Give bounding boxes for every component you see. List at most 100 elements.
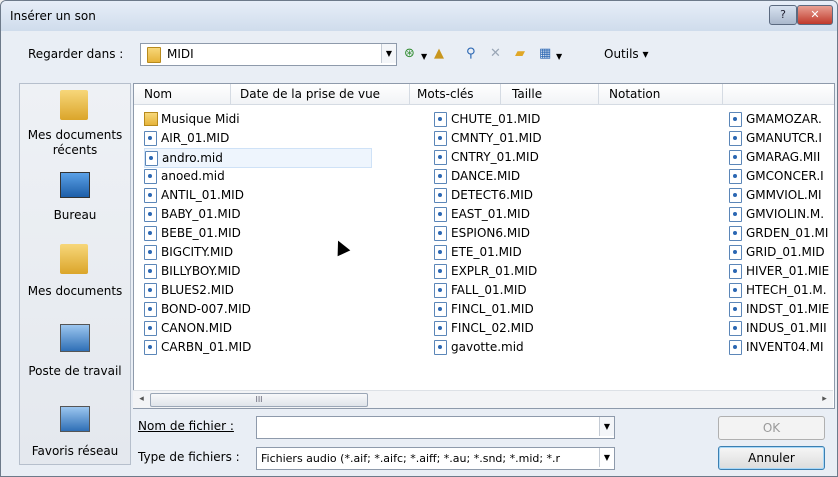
file-item[interactable]: FINCL_01.MID bbox=[434, 300, 694, 318]
file-item[interactable]: EXPLR_01.MID bbox=[434, 262, 694, 280]
place-my-documents[interactable]: Mes documents bbox=[20, 242, 130, 306]
file-item[interactable]: GMVIOLIN.M. bbox=[729, 205, 834, 223]
audio-file-icon bbox=[144, 264, 157, 279]
file-name: INDUS_01.MII bbox=[746, 321, 827, 335]
file-item[interactable]: GMAMOZAR. bbox=[729, 110, 834, 128]
place-network[interactable]: Favoris réseau bbox=[20, 406, 130, 462]
file-item[interactable]: CMNTY_01.MID bbox=[434, 129, 694, 147]
file-name: GMARAG.MII bbox=[746, 150, 821, 164]
file-name: Musique Midi bbox=[161, 112, 240, 126]
file-item[interactable]: AIR_01.MID bbox=[144, 129, 384, 147]
scrollbar-thumb[interactable]: III bbox=[150, 393, 368, 407]
file-item[interactable]: CANON.MID bbox=[144, 319, 384, 337]
file-item[interactable]: BILLYBOY.MID bbox=[144, 262, 384, 280]
new-folder-icon[interactable]: ▰ bbox=[515, 47, 525, 61]
file-item[interactable]: CARBN_01.MID bbox=[144, 338, 384, 356]
place-desktop[interactable]: Bureau bbox=[20, 170, 130, 228]
file-item[interactable]: GMCONCER.I bbox=[729, 167, 834, 185]
column-header-rating[interactable]: Notation bbox=[609, 87, 660, 101]
file-name: FALL_01.MID bbox=[451, 283, 527, 297]
file-item[interactable]: DETECT6.MID bbox=[434, 186, 694, 204]
place-recent-documents[interactable]: Mes documents récents bbox=[20, 90, 130, 160]
file-list[interactable]: Nom Date de la prise de vue Mots-clés Ta… bbox=[133, 83, 835, 409]
file-name: GMCONCER.I bbox=[746, 169, 824, 183]
file-item[interactable]: andro.mid bbox=[144, 148, 372, 168]
filetype-value: Fichiers audio (*.aif; *.aifc; *.aiff; *… bbox=[261, 452, 561, 465]
column-header-keywords[interactable]: Mots-clés bbox=[417, 87, 474, 101]
audio-file-icon bbox=[144, 207, 157, 222]
search-web-icon[interactable]: ⚲ bbox=[466, 47, 476, 61]
chevron-down-icon[interactable]: ▼ bbox=[381, 44, 396, 63]
file-item[interactable]: CHUTE_01.MID bbox=[434, 110, 694, 128]
up-folder-icon[interactable]: ▲ bbox=[434, 47, 444, 61]
file-item[interactable]: BEBE_01.MID bbox=[144, 224, 384, 242]
file-item[interactable]: ESPION6.MID bbox=[434, 224, 694, 242]
place-my-computer[interactable]: Poste de travail bbox=[20, 324, 130, 388]
file-name: BLUES2.MID bbox=[161, 283, 234, 297]
file-item[interactable]: FALL_01.MID bbox=[434, 281, 694, 299]
file-item[interactable]: anoed.mid bbox=[144, 167, 384, 185]
views-icon[interactable]: ▦ bbox=[539, 47, 551, 61]
file-name: GMVIOLIN.M. bbox=[746, 207, 825, 221]
file-item[interactable]: FINCL_02.MID bbox=[434, 319, 694, 337]
column-header-size[interactable]: Taille bbox=[512, 87, 542, 101]
delete-icon[interactable]: ✕ bbox=[490, 47, 501, 61]
cancel-button[interactable]: Annuler bbox=[718, 446, 825, 470]
tools-menu[interactable]: Outils ▾ bbox=[604, 47, 649, 61]
file-item[interactable]: GMARAG.MII bbox=[729, 148, 834, 166]
file-item[interactable]: INDUS_01.MII bbox=[729, 319, 834, 337]
dialog-title: Insérer un son bbox=[10, 9, 96, 23]
file-name: EXPLR_01.MID bbox=[451, 264, 538, 278]
filetype-select[interactable]: Fichiers audio (*.aif; *.aifc; *.aiff; *… bbox=[256, 447, 615, 470]
column-header-date[interactable]: Date de la prise de vue bbox=[240, 87, 380, 101]
horizontal-scrollbar[interactable]: ◂ III ▸ bbox=[133, 390, 833, 408]
filename-combobox[interactable]: ▼ bbox=[256, 416, 615, 439]
file-item[interactable]: GRID_01.MID bbox=[729, 243, 834, 261]
file-item[interactable]: GRDEN_01.MI bbox=[729, 224, 834, 242]
chevron-down-icon[interactable]: ▼ bbox=[421, 50, 427, 64]
file-item[interactable]: EAST_01.MID bbox=[434, 205, 694, 223]
audio-file-icon bbox=[729, 169, 742, 184]
computer-icon bbox=[60, 324, 90, 352]
file-name: BOND-007.MID bbox=[161, 302, 251, 316]
file-name: CMNTY_01.MID bbox=[451, 131, 542, 145]
insert-sound-dialog: Insérer un son ? ✕ Regarder dans : MIDI … bbox=[0, 0, 838, 477]
my-documents-icon bbox=[60, 244, 88, 274]
ok-button[interactable]: OK bbox=[718, 416, 825, 440]
file-item[interactable]: ANTIL_01.MID bbox=[144, 186, 384, 204]
file-item[interactable]: gavotte.mid bbox=[434, 338, 694, 356]
file-item[interactable]: BLUES2.MID bbox=[144, 281, 384, 299]
file-item[interactable]: INDST_01.MIE bbox=[729, 300, 834, 318]
chevron-down-icon[interactable]: ▼ bbox=[599, 448, 614, 467]
file-item[interactable]: GMMVIOL.MI bbox=[729, 186, 834, 204]
scroll-left-icon[interactable]: ◂ bbox=[133, 391, 150, 408]
file-item[interactable]: GMANUTCR.I bbox=[729, 129, 834, 147]
help-button[interactable]: ? bbox=[769, 5, 797, 25]
audio-file-icon bbox=[729, 112, 742, 127]
file-item[interactable]: CNTRY_01.MID bbox=[434, 148, 694, 166]
back-icon[interactable]: ⊛ bbox=[404, 47, 415, 61]
file-item[interactable]: HIVER_01.MIE bbox=[729, 262, 834, 280]
scroll-right-icon[interactable]: ▸ bbox=[816, 391, 833, 408]
audio-file-icon bbox=[145, 151, 158, 166]
file-item[interactable]: BABY_01.MID bbox=[144, 205, 384, 223]
audio-file-icon bbox=[434, 245, 447, 260]
file-item[interactable]: ETE_01.MID bbox=[434, 243, 694, 261]
column-header-name[interactable]: Nom bbox=[144, 87, 172, 101]
audio-file-icon bbox=[434, 226, 447, 241]
places-bar: Mes documents récents Bureau Mes documen… bbox=[19, 83, 131, 465]
file-item[interactable]: INVENT04.MI bbox=[729, 338, 834, 356]
chevron-down-icon[interactable]: ▼ bbox=[556, 50, 562, 64]
look-in-combobox[interactable]: MIDI ▼ bbox=[140, 43, 397, 66]
close-button[interactable]: ✕ bbox=[797, 5, 833, 25]
chevron-down-icon[interactable]: ▼ bbox=[599, 417, 614, 436]
file-item[interactable]: BOND-007.MID bbox=[144, 300, 384, 318]
file-name: GRID_01.MID bbox=[746, 245, 825, 259]
desktop-icon bbox=[60, 172, 90, 198]
file-item[interactable]: HTECH_01.M. bbox=[729, 281, 834, 299]
folder-item[interactable]: Musique Midi bbox=[144, 110, 384, 128]
file-name: CARBN_01.MID bbox=[161, 340, 252, 354]
place-label: Poste de travail bbox=[28, 364, 122, 378]
audio-file-icon bbox=[434, 150, 447, 165]
file-item[interactable]: DANCE.MID bbox=[434, 167, 694, 185]
